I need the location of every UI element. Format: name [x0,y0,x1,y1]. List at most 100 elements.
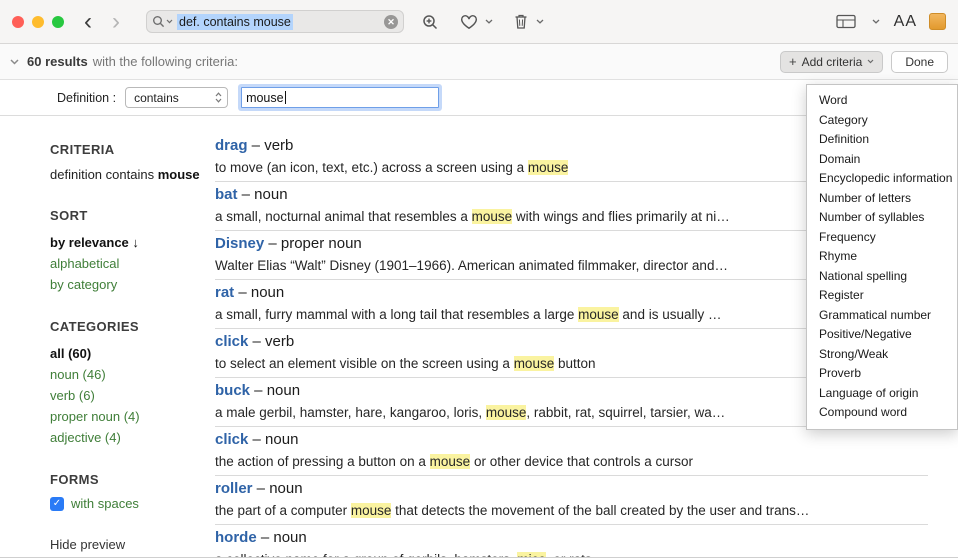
result-word[interactable]: bat [215,186,238,203]
results-bar: 60 results with the following criteria: … [0,44,958,80]
favorites-chevron-icon[interactable] [483,17,495,26]
sidebar-categories-block: CATEGORIES all (60)noun (46)verb (6)prop… [50,319,215,448]
toolbar: ‹ › def. contains mouse ✕ [0,0,958,44]
menu-item-number-of-letters[interactable]: Number of letters [807,189,957,209]
search-term-highlight: mice [517,552,546,558]
checkbox-checked-icon[interactable]: ✓ [50,497,64,511]
minimize-window-button[interactable] [32,16,44,28]
menu-item-frequency[interactable]: Frequency [807,228,957,248]
notes-icon[interactable] [929,13,946,30]
result-row: click – noun the action of pressing a but… [215,427,928,476]
menu-item-domain[interactable]: Domain [807,150,957,170]
back-button[interactable]: ‹ [84,12,92,32]
result-part-of-speech: – noun [253,480,303,497]
result-part-of-speech: – noun [234,284,284,301]
result-word[interactable]: click [215,431,248,448]
view-options-icon[interactable] [834,12,858,31]
menu-item-register[interactable]: Register [807,286,957,306]
search-icon [152,15,173,28]
menu-item-language-of-origin[interactable]: Language of origin [807,384,957,404]
result-word[interactable]: Disney [215,235,264,252]
criteria-value-input[interactable]: mouse [241,87,439,108]
add-criteria-chevron-icon [867,59,874,64]
with-spaces-checkbox-row[interactable]: ✓ with spaces [50,496,215,511]
category-option-adjective-4[interactable]: adjective (4) [50,427,215,448]
category-option-verb-6[interactable]: verb (6) [50,385,215,406]
search-input[interactable]: def. contains mouse ✕ [146,10,404,33]
result-word[interactable]: buck [215,382,250,399]
result-word[interactable]: rat [215,284,234,301]
app-window: ‹ › def. contains mouse ✕ [0,0,958,558]
add-criteria-menu: WordCategoryDefinitionDomainEncyclopedic… [806,84,958,430]
criteria-disclosure-chevron-icon[interactable] [10,59,19,65]
result-part-of-speech: – noun [257,529,307,546]
add-criteria-label: Add criteria [802,55,863,69]
new-search-icon[interactable] [420,12,442,32]
search-field-value: def. contains mouse [177,14,293,30]
result-definition: the part of a computer mouse that detect… [215,502,928,520]
menu-item-word[interactable]: Word [807,91,957,111]
menu-item-national-spelling[interactable]: National spelling [807,267,957,287]
search-term-highlight: mouse [472,209,513,224]
menu-item-compound-word[interactable]: Compound word [807,403,957,423]
categories-heading: CATEGORIES [50,319,215,334]
menu-item-proverb[interactable]: Proverb [807,364,957,384]
popup-arrows-icon [215,92,222,103]
plus-icon: + [789,54,797,69]
criteria-operator-select[interactable]: contains [125,87,228,108]
zoom-window-button[interactable] [52,16,64,28]
result-row: horde – noun a collective name for a grou… [215,525,928,558]
add-criteria-button[interactable]: + Add criteria [780,51,883,73]
sort-option-alphabetical[interactable]: alphabetical [50,253,215,274]
trash-chevron-icon[interactable] [534,17,546,26]
category-option-proper-noun-4[interactable]: proper noun (4) [50,406,215,427]
search-term-highlight: mouse [528,160,569,175]
results-count: 60 results [27,54,88,69]
menu-item-positive-negative[interactable]: Positive/Negative [807,325,957,345]
hide-preview-button[interactable]: Hide preview [50,537,125,552]
result-definition: a collective name for a group of gerbils… [215,551,928,558]
close-window-button[interactable] [12,16,24,28]
text-size-button[interactable]: AA [894,13,917,31]
result-definition: the action of pressing a button on a mou… [215,453,928,471]
text-caret [285,91,286,104]
trash-icon[interactable] [511,11,531,32]
sidebar-sort-block: SORT by relevance ↓alphabeticalby catego… [50,208,215,295]
menu-item-grammatical-number[interactable]: Grammatical number [807,306,957,326]
search-term-highlight: mouse [578,307,619,322]
search-term-highlight: mouse [430,454,471,469]
menu-item-definition[interactable]: Definition [807,130,957,150]
category-option-all-60[interactable]: all (60) [50,343,215,364]
criteria-summary: definition contains mouse [50,166,215,184]
sidebar-forms-block: FORMS ✓ with spaces [50,472,215,511]
result-word[interactable]: roller [215,480,253,497]
criteria-heading: CRITERIA [50,142,215,157]
sort-option-by-category[interactable]: by category [50,274,215,295]
menu-item-rhyme[interactable]: Rhyme [807,247,957,267]
result-part-of-speech: – verb [248,137,294,154]
sort-heading: SORT [50,208,215,223]
favorites-heart-icon[interactable] [458,12,480,32]
result-word[interactable]: horde [215,529,257,546]
view-options-chevron-icon[interactable] [870,17,882,26]
menu-item-number-of-syllables[interactable]: Number of syllables [807,208,957,228]
search-term-highlight: mouse [351,503,392,518]
result-headline: horde – noun [215,528,928,548]
category-option-noun-46[interactable]: noun (46) [50,364,215,385]
menu-item-strong-weak[interactable]: Strong/Weak [807,345,957,365]
menu-item-category[interactable]: Category [807,111,957,131]
sidebar-criteria-block: CRITERIA definition contains mouse [50,142,215,184]
sort-option-by-relevance[interactable]: by relevance ↓ [50,232,215,253]
with-spaces-label: with spaces [71,496,139,511]
result-word[interactable]: click [215,333,248,350]
clear-search-icon[interactable]: ✕ [384,15,398,29]
result-part-of-speech: – noun [248,431,298,448]
result-part-of-speech: – noun [250,382,300,399]
result-word[interactable]: drag [215,137,248,154]
results-count-suffix: with the following criteria: [93,54,238,69]
done-button[interactable]: Done [891,51,948,73]
forward-button[interactable]: › [112,12,120,32]
search-scope-chevron-icon [166,19,173,24]
result-part-of-speech: – noun [238,186,288,203]
menu-item-encyclopedic-information[interactable]: Encyclopedic information [807,169,957,189]
